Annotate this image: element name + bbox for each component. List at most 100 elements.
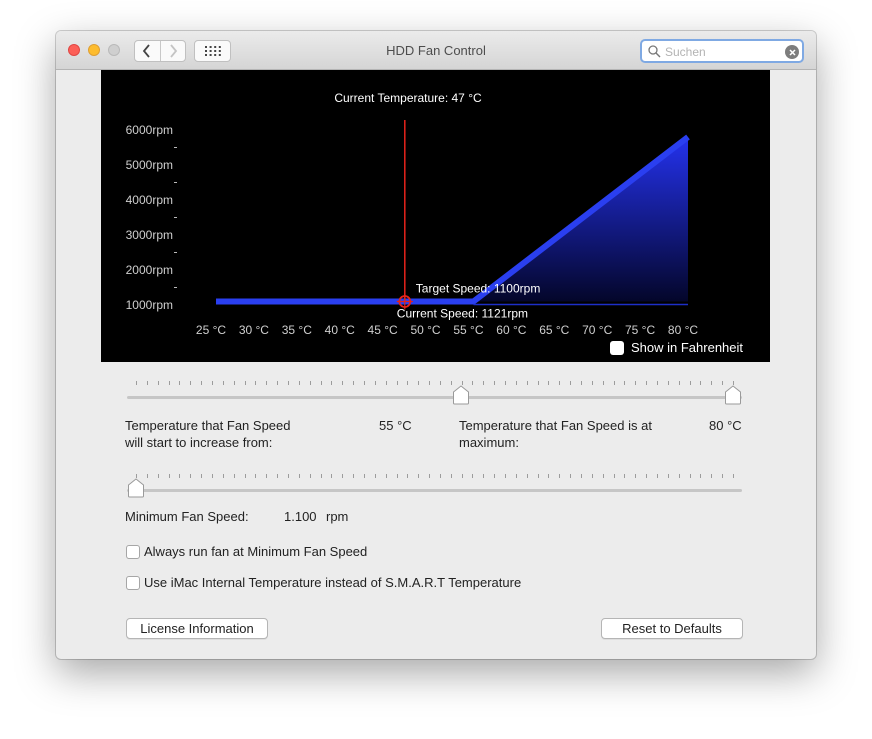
slider-tick <box>190 474 192 478</box>
x-tick-label: 60 °C <box>496 323 526 337</box>
slider-tick <box>515 474 517 478</box>
slider-tick <box>526 474 528 478</box>
slider-tick <box>353 474 355 478</box>
temperature-range-slider[interactable] <box>127 381 742 411</box>
fahrenheit-toggle[interactable]: Show in Fahrenheit <box>610 340 743 355</box>
slider-tick <box>277 381 279 385</box>
search-input[interactable] <box>665 43 781 60</box>
forward-button[interactable] <box>159 41 185 61</box>
minimize-window-button[interactable] <box>88 44 100 56</box>
slider-tick <box>190 381 192 385</box>
imac-temperature-option[interactable]: Use iMac Internal Temperature instead of… <box>126 575 521 590</box>
slider-tick <box>363 381 365 385</box>
chart-title: Current Temperature: 47 °C <box>334 91 482 105</box>
slider-tick <box>298 474 300 478</box>
slider-tick <box>233 474 235 478</box>
minimum-speed-value: 1.100 <box>284 509 317 524</box>
slider-tick <box>635 381 637 385</box>
slider-tick <box>472 381 474 385</box>
slider-tick <box>700 381 702 385</box>
slider-tick <box>667 381 669 385</box>
back-button[interactable] <box>135 41 160 61</box>
slider-tick <box>602 474 604 478</box>
slider-tick <box>581 474 583 478</box>
start-temperature-thumb[interactable] <box>452 385 470 405</box>
slider-track <box>127 396 742 399</box>
slider-tick <box>657 381 659 385</box>
slider-tick <box>407 474 409 478</box>
slider-tick <box>233 381 235 385</box>
slider-tick <box>385 381 387 385</box>
slider-tick <box>287 474 289 478</box>
slider-tick <box>548 381 550 385</box>
slider-tick <box>559 381 561 385</box>
slider-tick <box>309 474 311 478</box>
minimum-speed-thumb[interactable] <box>127 478 145 498</box>
slider-tick <box>201 474 203 478</box>
x-tick-label: 30 °C <box>239 323 269 337</box>
slider-tick <box>722 474 724 478</box>
y-tick-label: 5000rpm <box>126 158 173 172</box>
slider-tick <box>374 381 376 385</box>
show-all-button[interactable] <box>194 40 231 62</box>
max-temperature-thumb[interactable] <box>724 385 742 405</box>
search-icon <box>648 45 661 58</box>
y-tick-label: 6000rpm <box>126 123 173 137</box>
fahrenheit-label: Show in Fahrenheit <box>631 340 744 355</box>
slider-tick <box>733 474 734 478</box>
slider-tick <box>613 381 615 385</box>
slider-tick <box>168 381 170 385</box>
slider-tick <box>342 474 344 478</box>
license-information-button[interactable]: License Information <box>126 618 268 639</box>
close-icon <box>788 48 796 56</box>
slider-tick <box>689 381 691 385</box>
minimum-speed-label: Minimum Fan Speed: <box>125 509 249 524</box>
chevron-right-icon <box>170 44 178 58</box>
slider-tick <box>146 474 148 478</box>
slider-tick <box>136 381 137 385</box>
slider-tick <box>146 381 148 385</box>
search-field[interactable] <box>640 39 804 63</box>
slider-tick <box>667 474 669 478</box>
clear-search-button[interactable] <box>785 45 799 59</box>
chevron-left-icon <box>143 44 151 58</box>
always-min-speed-checkbox[interactable] <box>126 544 140 559</box>
slider-tick <box>179 381 181 385</box>
x-tick-label: 50 °C <box>410 323 440 337</box>
slider-tick <box>407 381 409 385</box>
slider-tick <box>396 474 398 478</box>
fan-curve-area <box>216 137 688 302</box>
slider-tick <box>472 474 474 478</box>
slider-tick <box>287 381 289 385</box>
y-tick-label: 2000rpm <box>126 263 173 277</box>
slider-tick <box>711 474 713 478</box>
always-min-speed-label: Always run fan at Minimum Fan Speed <box>144 544 368 559</box>
slider-tick <box>244 474 246 478</box>
fan-curve-chart: 1000rpm 2000rpm 3000rpm 4000rpm 5000rpm 6000r… <box>101 70 770 362</box>
slider-tick <box>374 474 376 478</box>
target-speed-label: Target Speed: 1100rpm <box>416 282 541 296</box>
x-tick-label: 65 °C <box>539 323 569 337</box>
imac-temperature-checkbox[interactable] <box>126 575 140 590</box>
slider-tick <box>537 474 539 478</box>
slider-tick <box>331 381 333 385</box>
zoom-window-button[interactable] <box>108 44 120 56</box>
close-window-button[interactable] <box>68 44 80 56</box>
max-temperature-label: Temperature that Fan Speed is at maximum… <box>459 418 652 450</box>
slider-tick <box>418 474 420 478</box>
slider-tick <box>211 381 213 385</box>
slider-tick <box>624 474 626 478</box>
slider-tick <box>505 474 507 478</box>
slider-tick <box>418 381 420 385</box>
slider-tick <box>277 474 279 478</box>
fan-curve-svg: 1000rpm 2000rpm 3000rpm 4000rpm 5000rpm 6000r… <box>126 91 699 337</box>
always-min-speed-option[interactable]: Always run fan at Minimum Fan Speed <box>126 544 367 559</box>
slider-tick <box>309 381 311 385</box>
slider-tick <box>613 474 615 478</box>
max-temperature-value: 80 °C <box>709 418 742 433</box>
slider-tick <box>505 381 507 385</box>
fahrenheit-checkbox[interactable] <box>610 340 624 355</box>
slider-tick <box>515 381 517 385</box>
minimum-fan-speed-slider[interactable] <box>127 474 742 504</box>
reset-to-defaults-button[interactable]: Reset to Defaults <box>601 618 743 639</box>
